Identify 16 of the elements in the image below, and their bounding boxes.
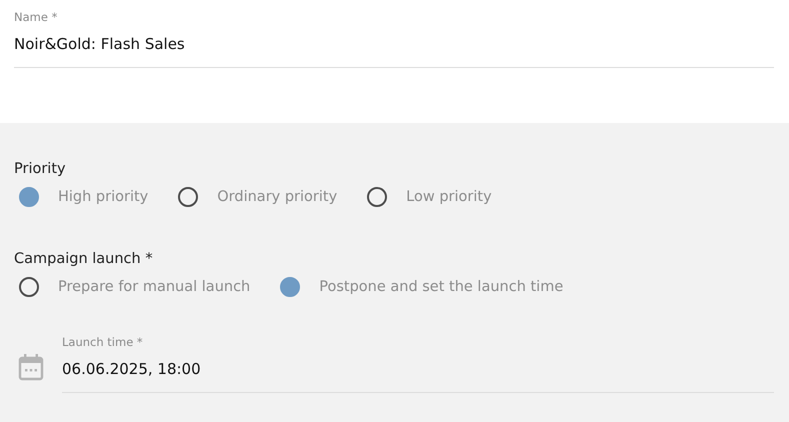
group-label: Campaign launch *	[14, 251, 153, 267]
radio-button[interactable]	[280, 277, 300, 297]
radio-button[interactable]	[367, 187, 388, 207]
field-label: Launch time *	[62, 335, 143, 349]
radio-button[interactable]	[178, 187, 198, 207]
radio-button[interactable]	[19, 277, 39, 297]
option-label[interactable]: Postpone and set the launch time	[319, 279, 564, 295]
name-field[interactable]: Noir&Gold: Flash Sales	[14, 24, 774, 67]
option-label[interactable]: Ordinary priority	[217, 189, 338, 205]
group-label: Priority	[14, 161, 66, 177]
date-time-field[interactable]: 06.06.2025, 18:00	[62, 349, 774, 392]
option-label[interactable]: Low priority	[406, 189, 492, 205]
radio-button[interactable]	[19, 187, 39, 207]
option-label[interactable]: High priority	[58, 189, 148, 205]
option-label[interactable]: Prepare for manual launch	[58, 279, 250, 295]
field-label: Name *	[14, 10, 58, 24]
